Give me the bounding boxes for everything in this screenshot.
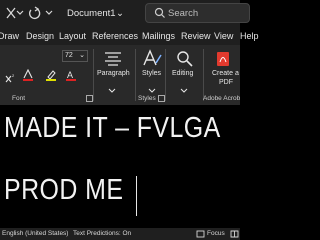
paragraph-chevron-icon[interactable] (108, 81, 116, 99)
text-color-icon[interactable]: A (65, 68, 77, 86)
svg-text:2: 2 (12, 73, 15, 78)
styles-icon (142, 49, 162, 72)
tab-view[interactable]: View (214, 31, 233, 41)
status-bar: English (United States) Text Predictions… (0, 228, 240, 240)
title-bar: Document1 ⌄ Search (0, 0, 250, 28)
font-size-chevron-icon[interactable]: ⌄ (79, 51, 85, 61)
styles-group-label: Styles (138, 95, 156, 102)
font-dialog-launcher[interactable] (86, 95, 93, 102)
divider (165, 49, 166, 101)
highlight-icon[interactable] (45, 68, 57, 86)
svg-text:A: A (67, 70, 73, 80)
paragraph-icon (104, 51, 122, 72)
editing-chevron-icon[interactable] (180, 81, 188, 99)
read-mode-icon[interactable] (230, 230, 239, 240)
adobe-group-label: Adobe Acrob (203, 95, 241, 102)
tab-draw[interactable]: Draw (0, 31, 19, 41)
font-size-value: 72 (65, 52, 73, 59)
redo-icon[interactable] (27, 6, 41, 24)
create-pdf-label-2[interactable]: PDF (219, 79, 233, 86)
divider (135, 49, 136, 101)
font-color-icon[interactable] (22, 68, 34, 86)
document-title[interactable]: Document1 (67, 8, 116, 19)
font-size-box[interactable]: 72 ⌄ (62, 50, 88, 62)
tab-help[interactable]: Help (240, 31, 259, 41)
tab-review[interactable]: Review (181, 31, 211, 41)
tab-mailings[interactable]: Mailings (142, 31, 175, 41)
text-predictions-status[interactable]: Text Predictions: On (73, 230, 131, 237)
font-group-label: Font (12, 95, 26, 102)
editing-button[interactable]: Editing (172, 70, 193, 77)
customize-toolbar-icon[interactable] (44, 6, 54, 24)
create-pdf-icon (215, 51, 231, 72)
tab-design[interactable]: Design (26, 31, 54, 41)
chevron-down-icon[interactable] (16, 6, 24, 24)
create-pdf-label-1[interactable]: Create a (212, 70, 239, 77)
styles-button[interactable]: Styles (142, 70, 161, 77)
focus-icon[interactable] (196, 230, 205, 240)
tab-layout[interactable]: Layout (59, 31, 86, 41)
document-line-2[interactable]: PROD ME (4, 174, 123, 207)
ribbon: 72 ⌄ 2 A Font Paragraph Styles Styles Ed… (0, 45, 240, 105)
styles-dialog-launcher[interactable] (158, 95, 165, 102)
search-box[interactable]: Search (145, 3, 250, 23)
divider (93, 49, 94, 101)
ribbon-tabs: Draw Design Layout References Mailings R… (0, 28, 259, 45)
search-placeholder: Search (168, 8, 199, 19)
superscript-icon[interactable]: 2 (5, 70, 17, 88)
focus-button[interactable]: Focus (207, 230, 225, 237)
document-line-1[interactable]: MADE IT – FVLGA (4, 112, 221, 145)
paragraph-button[interactable]: Paragraph (97, 70, 130, 77)
language-status[interactable]: English (United States) (2, 230, 68, 237)
divider (203, 49, 204, 101)
text-cursor (136, 176, 137, 216)
search-icon (154, 5, 166, 26)
title-chevron-icon[interactable]: ⌄ (116, 8, 124, 19)
tab-references[interactable]: References (92, 31, 138, 41)
